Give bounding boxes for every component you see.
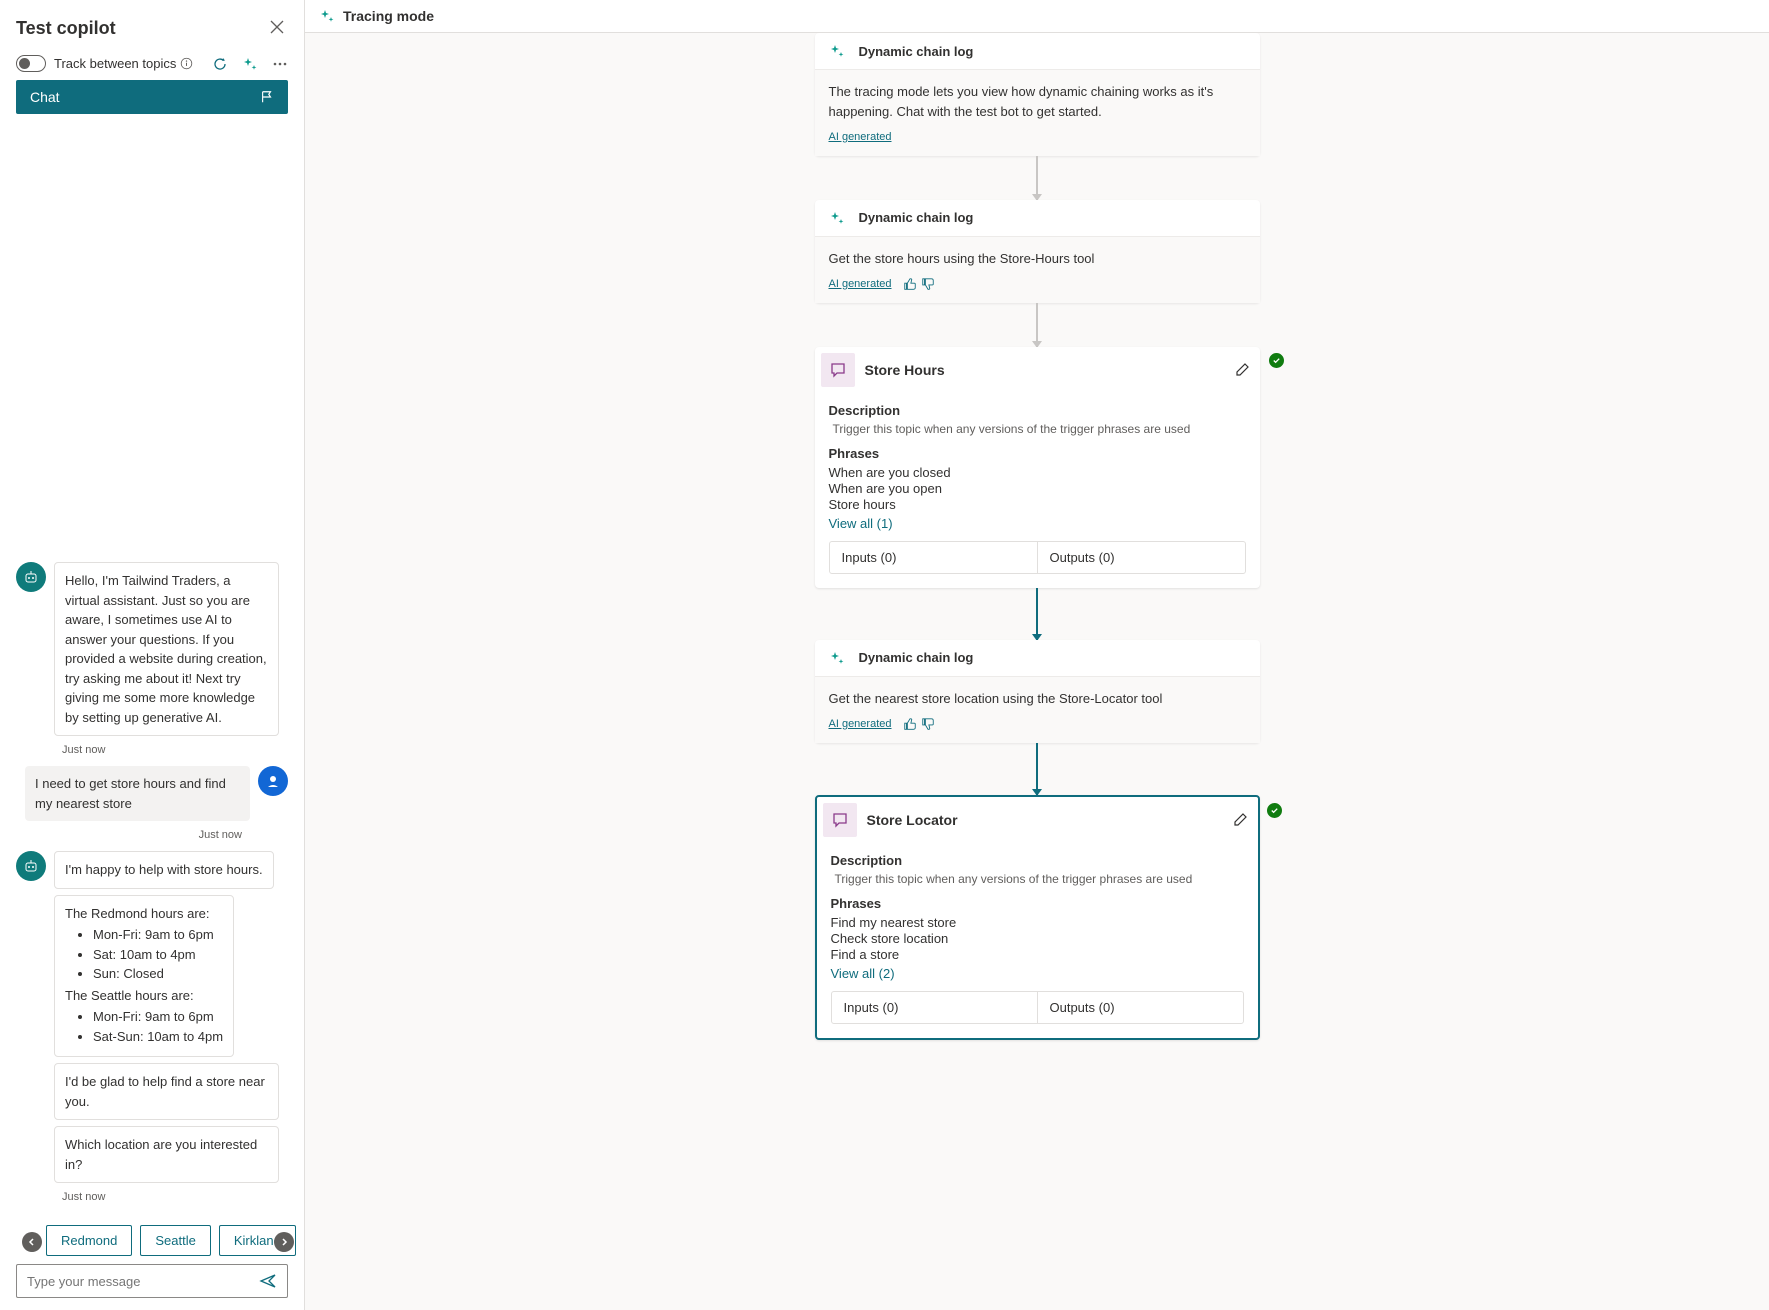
sparkle-icon	[829, 210, 845, 226]
description-text: Trigger this topic when any versions of …	[833, 422, 1246, 436]
bot-message: Which location are you interested in?	[54, 1126, 279, 1183]
user-message: I need to get store hours and find my ne…	[25, 766, 250, 821]
info-icon	[180, 57, 193, 70]
refresh-icon[interactable]	[212, 56, 228, 72]
dynamic-chain-log-card: Dynamic chain log Get the nearest store …	[815, 640, 1260, 743]
phrases-label: Phrases	[829, 446, 1246, 461]
chat-body: Hello, I'm Tailwind Traders, a virtual a…	[0, 114, 304, 1219]
card-text: Get the nearest store location using the…	[829, 689, 1246, 709]
close-icon[interactable]	[266, 14, 288, 43]
connector-arrow	[1036, 303, 1038, 347]
view-all-link[interactable]: View all (2)	[831, 966, 1244, 981]
message-input[interactable]	[27, 1274, 259, 1289]
carousel-next-icon[interactable]	[274, 1232, 294, 1252]
tracing-canvas: Tracing mode Dynamic chain log The traci…	[305, 0, 1769, 1310]
flag-icon	[260, 90, 274, 104]
ai-generated-link[interactable]: AI generated	[829, 276, 892, 293]
ai-generated-link[interactable]: AI generated	[829, 129, 892, 146]
ai-generated-link[interactable]: AI generated	[829, 716, 892, 733]
topic-card-store-locator[interactable]: Store Locator Description Trigger this t…	[815, 795, 1260, 1040]
topic-title: Store Hours	[865, 362, 1224, 378]
canvas-header: Tracing mode	[305, 0, 1769, 33]
topic-chat-icon	[823, 803, 857, 837]
phrase-item: Find my nearest store	[831, 915, 1244, 930]
carousel-prev-icon[interactable]	[22, 1232, 42, 1252]
outputs-cell[interactable]: Outputs (0)	[1038, 992, 1243, 1023]
panel-title: Test copilot	[16, 18, 116, 39]
phrases-label: Phrases	[831, 896, 1244, 911]
topic-chat-icon	[821, 353, 855, 387]
io-row: Inputs (0) Outputs (0)	[829, 541, 1246, 574]
card-title: Dynamic chain log	[859, 44, 974, 59]
bot-message: The Redmond hours are: Mon-Fri: 9am to 6…	[54, 895, 234, 1058]
success-check-icon	[1267, 803, 1282, 818]
phrase-item: When are you closed	[829, 465, 1246, 480]
track-toggle[interactable]	[16, 55, 46, 72]
edit-icon[interactable]	[1234, 362, 1250, 378]
outputs-cell[interactable]: Outputs (0)	[1038, 542, 1245, 573]
bot-avatar	[16, 851, 46, 881]
io-row: Inputs (0) Outputs (0)	[831, 991, 1244, 1024]
chat-input-container	[16, 1264, 288, 1298]
description-label: Description	[831, 853, 1244, 868]
timestamp: Just now	[62, 1191, 288, 1203]
send-icon[interactable]	[259, 1272, 277, 1290]
bot-avatar	[16, 562, 46, 592]
thumbs-down-icon[interactable]	[921, 717, 935, 731]
thumbs-up-icon[interactable]	[903, 717, 917, 731]
topic-title: Store Locator	[867, 812, 1222, 828]
phrase-item: Find a store	[831, 947, 1244, 962]
track-label: Track between topics	[54, 56, 193, 71]
thumbs-down-icon[interactable]	[921, 277, 935, 291]
chat-tab[interactable]: Chat	[16, 80, 288, 114]
bot-message: Hello, I'm Tailwind Traders, a virtual a…	[54, 562, 279, 736]
test-chat-panel: Test copilot Track between topics Chat H…	[0, 0, 305, 1310]
bot-message: I'd be glad to help find a store near yo…	[54, 1063, 279, 1120]
sparkle-icon[interactable]	[242, 56, 258, 72]
connector-arrow	[1036, 156, 1038, 200]
connector-arrow	[1036, 743, 1038, 795]
view-all-link[interactable]: View all (1)	[829, 516, 1246, 531]
sparkle-icon	[319, 8, 335, 24]
suggestions-row: Redmond Seattle Kirkland	[0, 1219, 304, 1264]
description-text: Trigger this topic when any versions of …	[835, 872, 1244, 886]
card-title: Dynamic chain log	[859, 650, 974, 665]
user-avatar	[258, 766, 288, 796]
edit-icon[interactable]	[1232, 812, 1248, 828]
connector-arrow	[1036, 588, 1038, 640]
description-label: Description	[829, 403, 1246, 418]
more-icon[interactable]	[272, 56, 288, 72]
suggestion-chip[interactable]: Redmond	[46, 1225, 132, 1256]
card-text: Get the store hours using the Store-Hour…	[829, 249, 1246, 269]
sparkle-icon	[829, 650, 845, 666]
inputs-cell[interactable]: Inputs (0)	[832, 992, 1038, 1023]
phrase-item: Check store location	[831, 931, 1244, 946]
inputs-cell[interactable]: Inputs (0)	[830, 542, 1038, 573]
sparkle-icon	[829, 43, 845, 59]
suggestion-chip[interactable]: Seattle	[140, 1225, 210, 1256]
topic-card-store-hours[interactable]: Store Hours Description Trigger this top…	[815, 347, 1260, 588]
timestamp: Just now	[62, 744, 288, 756]
timestamp: Just now	[16, 829, 242, 841]
card-title: Dynamic chain log	[859, 210, 974, 225]
thumbs-up-icon[interactable]	[903, 277, 917, 291]
dynamic-chain-log-card: Dynamic chain log The tracing mode lets …	[815, 33, 1260, 156]
card-text: The tracing mode lets you view how dynam…	[829, 82, 1246, 121]
bot-message: I'm happy to help with store hours.	[54, 851, 274, 889]
success-check-icon	[1269, 353, 1284, 368]
phrase-item: When are you open	[829, 481, 1246, 496]
phrase-item: Store hours	[829, 497, 1246, 512]
dynamic-chain-log-card: Dynamic chain log Get the store hours us…	[815, 200, 1260, 303]
